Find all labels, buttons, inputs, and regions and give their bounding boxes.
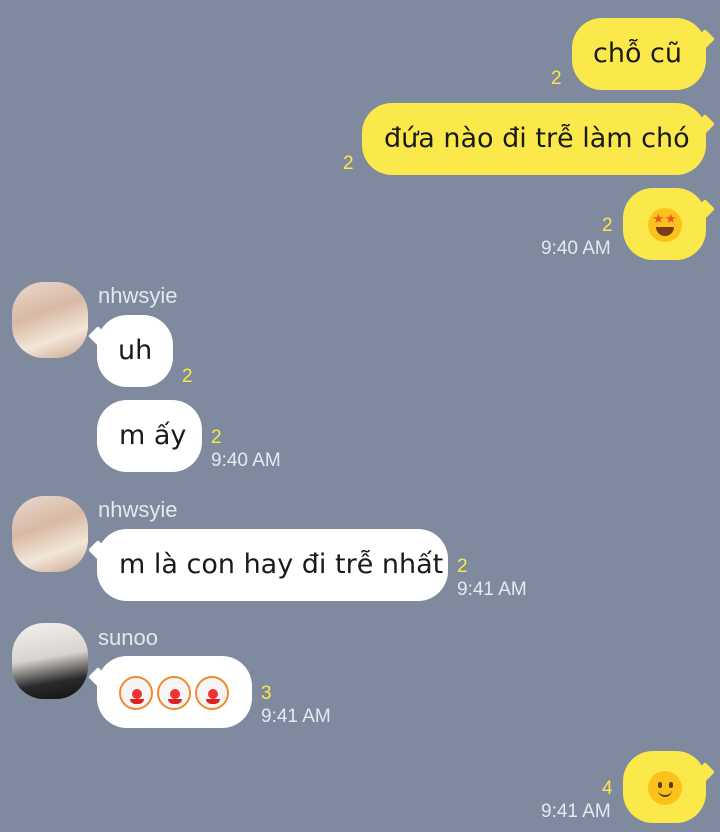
read-count: 2: [343, 153, 354, 174]
clown-emoji-icon: [195, 675, 229, 710]
avatar-nhwsyie[interactable]: [12, 282, 88, 358]
avatar-nhwsyie[interactable]: [12, 496, 88, 572]
read-count: 2: [457, 556, 468, 577]
read-count: 2: [211, 427, 222, 448]
message-text: uh: [118, 335, 153, 366]
read-count: 2: [182, 366, 193, 387]
message-bubble[interactable]: [97, 656, 252, 728]
message-text: m ấy: [119, 420, 187, 451]
message-text: chỗ cũ: [593, 38, 683, 69]
sender-name: nhwsyie: [98, 497, 178, 522]
read-count: 2: [551, 68, 562, 89]
message-bubble[interactable]: m là con hay đi trễ nhất: [97, 529, 448, 601]
smiling-face-emoji-icon: [647, 770, 682, 805]
message-time: 9:41 AM: [457, 579, 527, 600]
message-bubble[interactable]: [623, 751, 706, 823]
message-text: đứa nào đi trễ làm chó: [384, 123, 690, 154]
read-count: 4: [602, 778, 613, 799]
message-bubble[interactable]: uh: [97, 315, 173, 387]
message-bubble[interactable]: đứa nào đi trễ làm chó: [362, 103, 706, 175]
sender-name: nhwsyie: [98, 283, 178, 308]
message-bubble[interactable]: [623, 188, 706, 260]
message-text: m là con hay đi trễ nhất: [119, 549, 444, 580]
clown-emoji-icon: [119, 675, 153, 710]
message-bubble[interactable]: m ấy: [97, 400, 202, 472]
read-count: 2: [602, 215, 613, 236]
clown-emoji-icon: [157, 675, 191, 710]
message-time: 9:41 AM: [261, 706, 331, 727]
star-struck-emoji-icon: [647, 207, 682, 242]
read-count: 3: [261, 683, 272, 704]
message-time: 9:41 AM: [541, 801, 611, 822]
sender-name: sunoo: [98, 625, 158, 650]
message-bubble[interactable]: chỗ cũ: [572, 18, 706, 90]
avatar-sunoo[interactable]: [12, 623, 88, 699]
message-time: 9:40 AM: [541, 238, 611, 259]
message-time: 9:40 AM: [211, 450, 281, 471]
